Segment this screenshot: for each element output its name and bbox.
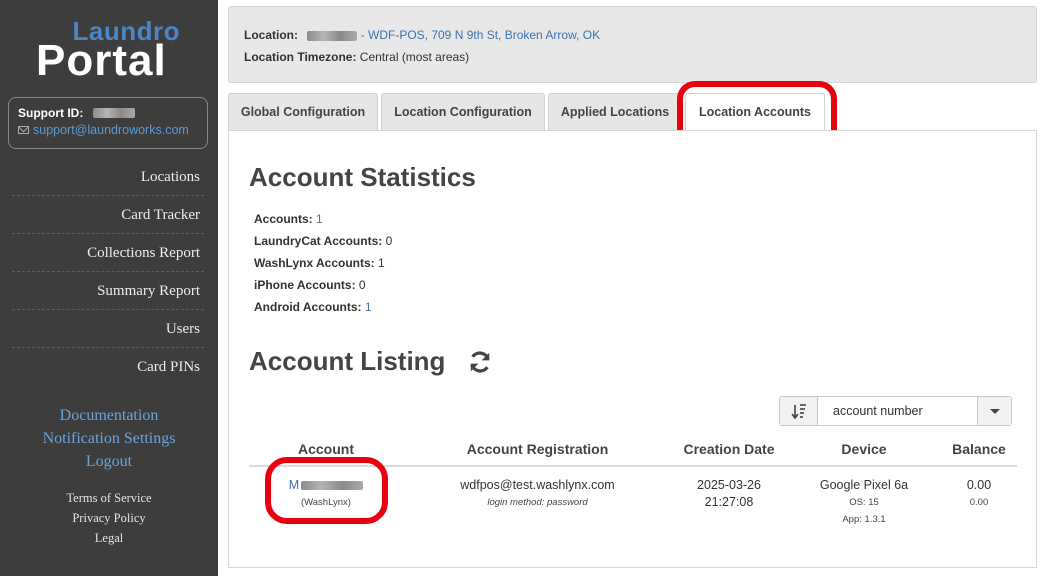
table-header: Account Account Registration Creation Da… <box>249 433 1017 467</box>
balance-value: 0.00 <box>966 478 992 492</box>
support-id: Support ID: <box>18 106 198 120</box>
registration-cell: wdfpos@test.washlynx.com login method: p… <box>425 477 650 511</box>
stat-washlynx-value: 1 <box>378 256 385 270</box>
stat-laundrycat: LaundryCat Accounts: 0 <box>254 230 392 252</box>
location-value[interactable]: - WDF-POS, 709 N 9th St, Broken Arrow, O… <box>357 28 600 42</box>
location-timezone-line: Location Timezone: Central (most areas) <box>244 46 1021 68</box>
column-header-balance[interactable]: Balance <box>939 441 1019 457</box>
stat-laundrycat-label: LaundryCat Accounts: <box>254 234 383 248</box>
support-id-redacted <box>93 108 136 118</box>
stat-android-label: Android Accounts: <box>254 300 362 314</box>
location-name-redacted <box>307 30 358 41</box>
sidebar-item-card-pins[interactable]: Card PINs <box>12 348 204 386</box>
stat-iphone-label: iPhone Accounts: <box>254 278 356 292</box>
balance-cell: 0.00 0.00 <box>939 477 1019 511</box>
device-app-version: App: 1.3.1 <box>842 514 886 525</box>
stat-iphone: iPhone Accounts: 0 <box>254 274 392 296</box>
device-name: Google Pixel 6a <box>819 478 909 492</box>
account-number-prefix: M <box>288 478 300 492</box>
column-header-account-registration[interactable]: Account Registration <box>425 441 650 457</box>
support-box: Support ID: support@laundroworks.com <box>8 97 208 149</box>
refresh-icon[interactable] <box>467 349 493 375</box>
creation-date: 2025-03-26 <box>697 478 761 492</box>
stat-laundrycat-value: 0 <box>385 234 393 248</box>
account-cell: M (WashLynx) <box>249 477 403 511</box>
legal-links: Terms of Service Privacy Policy Legal <box>0 488 218 548</box>
stat-washlynx: WashLynx Accounts: 1 <box>254 252 392 274</box>
envelope-icon <box>18 126 29 134</box>
registration-email: wdfpos@test.washlynx.com <box>460 478 615 492</box>
balance-sub-value: 0.00 <box>969 497 989 508</box>
sort-control: account number <box>779 396 1012 426</box>
sort-field-select[interactable]: account number <box>818 397 978 425</box>
account-listing-heading: Account Listing <box>249 346 446 376</box>
logout-link[interactable]: Logout <box>0 450 218 473</box>
accounts-table: Account Account Registration Creation Da… <box>249 433 1017 527</box>
column-header-account[interactable]: Account <box>249 441 403 457</box>
device-os: OS: 15 <box>849 497 879 508</box>
table-row[interactable]: M (WashLynx) wdfpos@test.washlynx.com lo… <box>249 457 1019 528</box>
tab-applied-locations[interactable]: Applied Locations <box>548 93 682 131</box>
stat-washlynx-label: WashLynx Accounts: <box>254 256 375 270</box>
stat-accounts-label: Accounts: <box>254 212 313 226</box>
sidebar-nav: Locations Card Tracker Collections Repor… <box>12 158 204 386</box>
stat-iphone-value: 0 <box>358 278 366 292</box>
location-line: Location: - WDF-POS, 709 N 9th St, Broke… <box>244 24 1021 46</box>
location-info-box: Location: - WDF-POS, 709 N 9th St, Broke… <box>228 6 1037 83</box>
logo-bottom-text: Portal <box>36 36 167 85</box>
laundro-portal-logo[interactable]: Laundro Portal <box>36 14 186 85</box>
sort-direction-button[interactable] <box>780 397 818 425</box>
sidebar-links: Documentation Notification Settings Logo… <box>0 404 218 473</box>
account-statistics-heading: Account Statistics <box>249 162 476 192</box>
location-timezone-label: Location Timezone: <box>244 50 357 64</box>
sidebar-item-card-tracker[interactable]: Card Tracker <box>12 196 204 234</box>
creation-date-cell: 2025-03-26 21:27:08 <box>669 477 789 511</box>
tab-location-configuration[interactable]: Location Configuration <box>381 93 545 131</box>
location-label: Location: <box>244 28 298 42</box>
legal-link[interactable]: Legal <box>0 528 218 548</box>
account-type: (WashLynx) <box>301 497 351 508</box>
sort-descending-icon <box>791 404 806 420</box>
tab-location-accounts[interactable]: Location Accounts <box>685 93 825 132</box>
column-header-creation-date[interactable]: Creation Date <box>669 441 789 457</box>
privacy-policy-link[interactable]: Privacy Policy <box>0 508 218 528</box>
sidebar-item-summary-report[interactable]: Summary Report <box>12 272 204 310</box>
stat-android: Android Accounts: 1 <box>254 296 392 318</box>
sidebar-item-users[interactable]: Users <box>12 310 204 348</box>
creation-time: 21:27:08 <box>704 495 754 509</box>
notification-settings-link[interactable]: Notification Settings <box>0 427 218 450</box>
support-email-link[interactable]: support@laundroworks.com <box>33 123 189 137</box>
login-method: login method: password <box>487 497 588 508</box>
sidebar-item-collections-report[interactable]: Collections Report <box>12 234 204 272</box>
stat-accounts-value: 1 <box>316 212 323 226</box>
stat-accounts: Accounts: 1 <box>254 208 392 230</box>
account-number-redacted <box>301 481 364 491</box>
terms-of-service-link[interactable]: Terms of Service <box>0 488 218 508</box>
sidebar: Laundro Portal Support ID: support@laund… <box>0 0 218 576</box>
support-id-label: Support ID: <box>18 106 84 120</box>
column-header-device[interactable]: Device <box>804 441 924 457</box>
support-email-row[interactable]: support@laundroworks.com <box>18 123 198 137</box>
documentation-link[interactable]: Documentation <box>0 404 218 427</box>
chevron-down-icon[interactable] <box>977 397 1011 425</box>
sidebar-item-locations[interactable]: Locations <box>12 158 204 196</box>
account-number-link[interactable]: M <box>288 478 364 492</box>
account-listing-heading-row: Account Listing <box>249 346 493 377</box>
account-statistics-list: Accounts: 1 LaundryCat Accounts: 0 WashL… <box>254 208 392 318</box>
location-timezone-value: Central (most areas) <box>359 50 470 64</box>
device-cell: Google Pixel 6a OS: 15 App: 1.3.1 <box>804 477 924 528</box>
tab-global-configuration[interactable]: Global Configuration <box>228 93 378 131</box>
location-accounts-panel: Account Statistics Accounts: 1 LaundryCa… <box>228 130 1037 568</box>
stat-android-value: 1 <box>364 300 372 314</box>
